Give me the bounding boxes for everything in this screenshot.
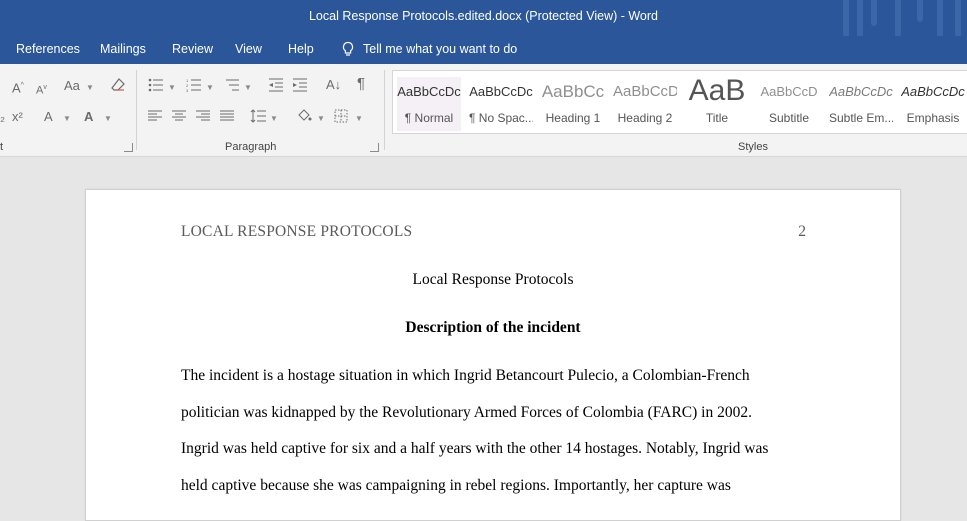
lightbulb-icon (342, 41, 354, 56)
svg-text:3: 3 (186, 88, 189, 92)
chevron-down-icon[interactable]: ▼ (104, 114, 112, 123)
superscript-icon[interactable]: x² (12, 110, 23, 124)
align-center-icon[interactable] (172, 110, 186, 125)
grow-font-icon[interactable]: A^ (12, 79, 24, 95)
tab-review[interactable]: Review (172, 42, 213, 56)
shrink-font-icon[interactable]: Av (36, 81, 47, 98)
bullets-icon[interactable] (148, 78, 164, 95)
numbering-icon[interactable]: 123 (186, 78, 202, 95)
ribbon-tabs: References Mailings Review View Help Tel… (0, 36, 967, 64)
body-line: held captive because she was campaigning… (181, 477, 731, 494)
sort-icon[interactable]: A↓ (326, 78, 341, 92)
font-dialog-launcher-icon[interactable] (124, 143, 133, 152)
borders-icon[interactable] (334, 109, 348, 126)
paragraph-group-label: Paragraph (225, 141, 277, 153)
line-spacing-icon[interactable] (250, 109, 266, 126)
chevron-down-icon[interactable]: ▼ (270, 114, 278, 123)
increase-indent-icon[interactable] (292, 78, 308, 95)
section-heading: Description of the incident (405, 319, 581, 336)
text-effects-icon[interactable]: A (44, 110, 53, 124)
style-title[interactable]: AaB Title (685, 77, 749, 131)
title-bar: Local Response Protocols.edited.docx (Pr… (0, 0, 967, 36)
page-number: 2 (798, 223, 806, 240)
chevron-down-icon[interactable]: ▼ (244, 83, 252, 92)
style-no-spacing[interactable]: AaBbCcDc ¶ No Spac... (469, 77, 533, 131)
font-group-label: t (0, 141, 4, 153)
ribbon: A^ Av Aa ▼ ₂ x² A ▼ A ▼ t ▼ 123 ▼ ▼ A↓ ¶ (0, 64, 967, 157)
justify-icon[interactable] (220, 110, 234, 125)
tab-view[interactable]: View (235, 42, 262, 56)
chevron-down-icon[interactable]: ▼ (355, 114, 363, 123)
font-color-icon[interactable]: A (84, 110, 93, 124)
change-case-icon[interactable]: Aa (64, 79, 80, 93)
chevron-down-icon[interactable]: ▼ (63, 114, 71, 123)
style-subtle-emphasis[interactable]: AaBbCcDc Subtle Em... (829, 77, 893, 131)
align-right-icon[interactable] (196, 110, 210, 125)
shading-icon[interactable] (296, 109, 312, 126)
style-heading-1[interactable]: AaBbCc Heading 1 (541, 77, 605, 131)
pilcrow-icon[interactable]: ¶ (357, 76, 365, 91)
chevron-down-icon[interactable]: ▼ (206, 83, 214, 92)
tab-help[interactable]: Help (288, 42, 314, 56)
group-separator (136, 70, 137, 150)
style-normal[interactable]: AaBbCcDc ¶ Normal (397, 77, 461, 131)
body-line: The incident is a hostage situation in w… (181, 367, 750, 384)
window-title: Local Response Protocols.edited.docx (Pr… (308, 9, 659, 23)
tell-me-search[interactable]: Tell me what you want to do (341, 41, 517, 57)
multilevel-list-icon[interactable] (224, 78, 240, 95)
document-canvas: LOCAL RESPONSE PROTOCOLS 2 Local Respons… (0, 157, 967, 521)
align-left-icon[interactable] (148, 110, 162, 125)
chevron-down-icon[interactable]: ▼ (86, 83, 94, 92)
group-separator (384, 70, 385, 150)
body-line: politician was kidnapped by the Revoluti… (181, 404, 752, 421)
tell-me-label: Tell me what you want to do (363, 42, 518, 56)
decrease-indent-icon[interactable] (268, 78, 284, 95)
body-line: Ingrid was held captive for six and a ha… (181, 440, 769, 457)
paragraph-dialog-launcher-icon[interactable] (370, 143, 379, 152)
tab-mailings[interactable]: Mailings (100, 42, 146, 56)
styles-group-label: Styles (738, 141, 768, 153)
running-header: LOCAL RESPONSE PROTOCOLS (181, 223, 413, 240)
chevron-down-icon[interactable]: ▼ (168, 83, 176, 92)
tab-references[interactable]: References (16, 42, 80, 56)
style-heading-2[interactable]: AaBbCcD Heading 2 (613, 77, 677, 131)
style-emphasis[interactable]: AaBbCcDc Emphasis (901, 77, 965, 131)
document-page[interactable]: LOCAL RESPONSE PROTOCOLS 2 Local Respons… (85, 189, 901, 521)
document-title: Local Response Protocols (412, 271, 574, 288)
style-subtitle[interactable]: AaBbCcD Subtitle (757, 77, 821, 131)
chevron-down-icon[interactable]: ▼ (317, 114, 325, 123)
subscript-icon[interactable]: ₂ (0, 110, 5, 124)
title-bar-pattern (837, 0, 967, 36)
clear-formatting-icon[interactable] (110, 77, 126, 96)
styles-gallery: AaBbCcDc ¶ Normal AaBbCcDc ¶ No Spac... … (392, 70, 967, 134)
